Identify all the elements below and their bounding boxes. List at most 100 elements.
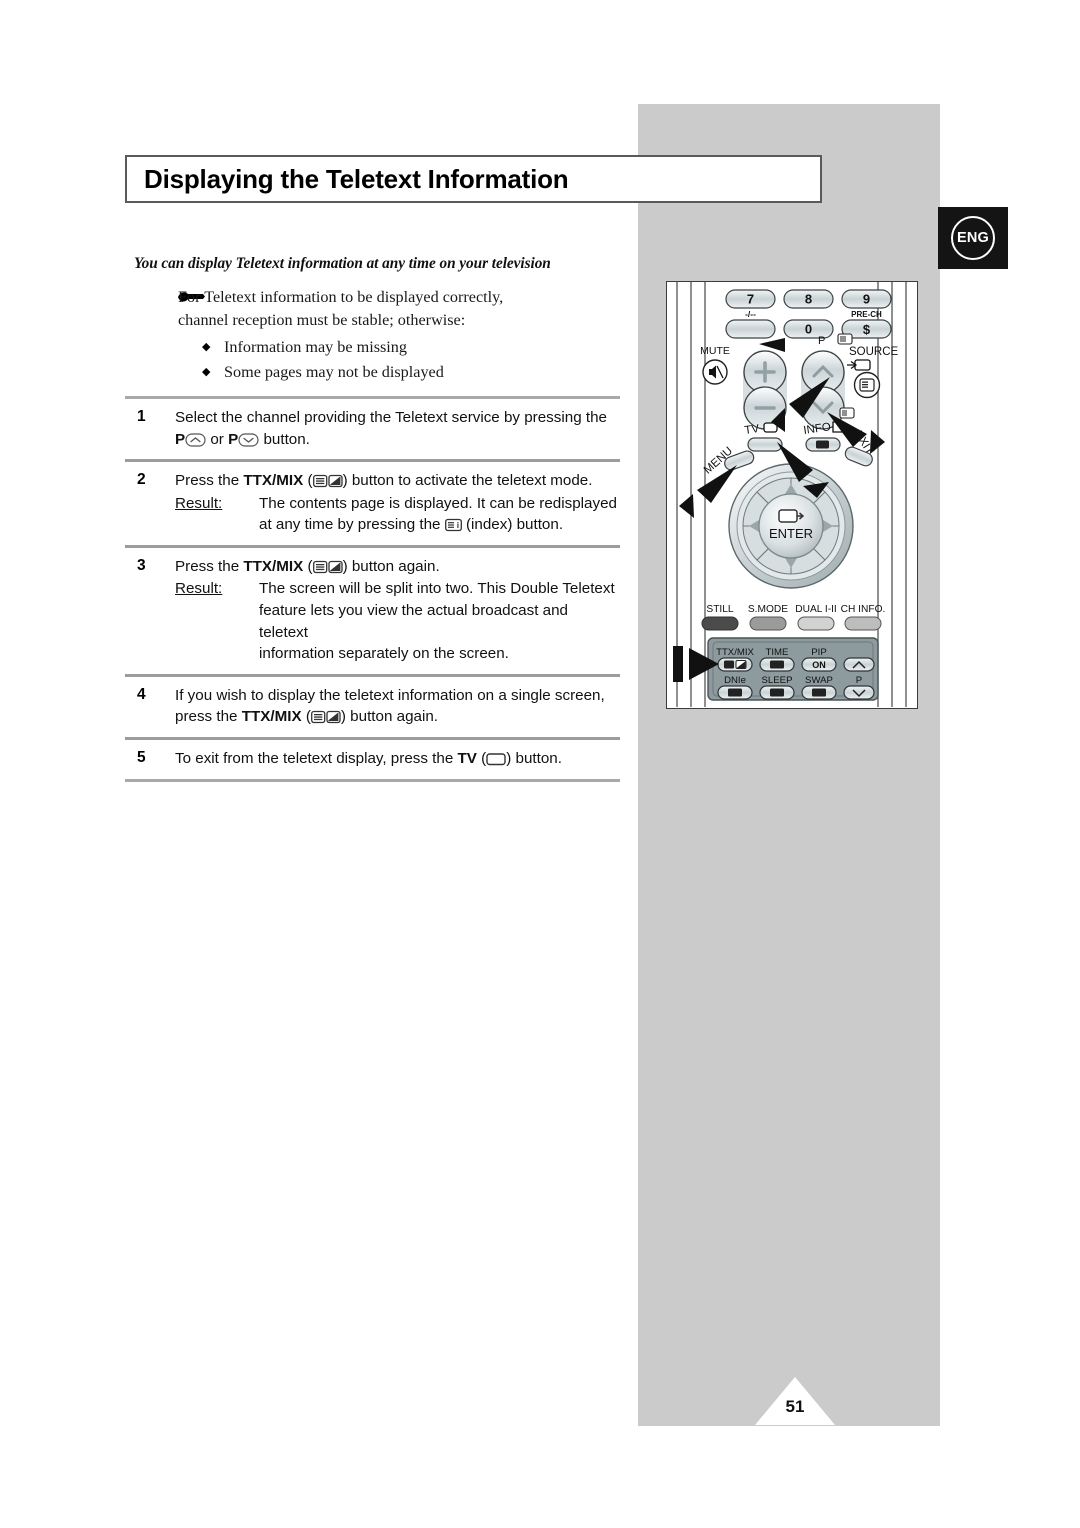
- svg-text:PRE-CH: PRE-CH: [851, 310, 882, 319]
- step-row: 3 Press the TTX/MIX () button again. Res…: [125, 548, 620, 674]
- diamond-bullet-icon: ◆: [202, 365, 211, 378]
- step-row: 1 Select the channel providing the Telet…: [125, 399, 620, 459]
- svg-text:SLEEP: SLEEP: [762, 675, 793, 686]
- sleep-button: [759, 685, 795, 700]
- svg-text:TTX/MIX: TTX/MIX: [716, 647, 754, 658]
- step-3-result-line-2: feature lets you view the actual broadca…: [259, 602, 569, 641]
- result-text: The screen will be split into two. This …: [259, 578, 620, 664]
- step-2-result-line-2-post: (index) button.: [461, 516, 564, 534]
- svg-text:DUAL I-II: DUAL I-II: [795, 604, 837, 615]
- step-text: Press the TTX/MIX () button to activate …: [175, 470, 620, 536]
- step-number: 5: [137, 748, 146, 766]
- step-4-line-2-pre: press the: [175, 708, 242, 726]
- note-bullet-label: Some pages may not be displayed: [224, 362, 444, 381]
- note-line-1: For Teletext information to be displayed…: [178, 288, 504, 306]
- step-4-line-2-post: button again.: [345, 708, 438, 726]
- teletext-button-pad: TTX/MIX TIME PIP ON DNIe SLEEP SWAP P: [707, 637, 879, 701]
- step-row: 2 Press the TTX/MIX () button to activat…: [125, 462, 620, 545]
- note-bullet-item: ◆ Some pages may not be displayed: [202, 360, 634, 385]
- result-text: The contents page is displayed. It can b…: [259, 493, 620, 536]
- ttx-mix-icon: [312, 474, 343, 488]
- step-4-line-1: If you wish to display the teletext info…: [175, 686, 605, 704]
- ttx-mix-icon: [310, 710, 341, 724]
- step-1-tail: button.: [259, 430, 310, 448]
- step-1-bold-p-2: P: [228, 430, 239, 448]
- note-bullet-item: ◆ Information may be missing: [202, 335, 634, 360]
- language-badge: ENG: [938, 207, 1008, 269]
- note-bullet-label: Information may be missing: [224, 337, 407, 356]
- svg-text:8: 8: [805, 292, 812, 307]
- step-number: 1: [137, 408, 146, 425]
- step-text: Select the channel providing the Teletex…: [175, 407, 620, 450]
- step-4-bold: TTX/MIX: [241, 708, 302, 726]
- svg-text:CH INFO.: CH INFO.: [841, 604, 886, 615]
- dnie-button: [717, 685, 753, 700]
- svg-text:P: P: [818, 335, 825, 347]
- channel-up-button: [843, 657, 875, 672]
- svg-text:PIP: PIP: [811, 647, 826, 658]
- step-5-post: button.: [511, 749, 562, 767]
- teletext-page-icon: [837, 333, 853, 345]
- diamond-bullet-icon: ◆: [202, 340, 211, 353]
- svg-text:7: 7: [747, 292, 754, 307]
- tv-screen-icon: [486, 752, 506, 766]
- tv-remote-control-diagram: 7 8 9 -/-- PRE-CH 0 $ MUTE P SOURCE TV I…: [666, 281, 918, 709]
- channel-down-button: [843, 685, 875, 700]
- time-button: [759, 657, 795, 672]
- teletext-reveal-icon: [839, 407, 855, 419]
- result-label: Result:: [175, 494, 223, 512]
- navigation-wheel: ENTER: [728, 463, 854, 589]
- svg-text:S.MODE: S.MODE: [748, 604, 788, 615]
- ttx-mix-icon: [312, 560, 343, 574]
- svg-text:STILL: STILL: [706, 604, 734, 615]
- step-2-post: button to activate the teletext mode.: [347, 472, 593, 490]
- step-2-bold: TTX/MIX: [243, 472, 304, 490]
- result-label: Result:: [175, 580, 223, 598]
- pointing-hand-icon: [134, 286, 205, 333]
- step-5-pre: To exit from the teletext display, press…: [175, 749, 458, 767]
- step-divider: [125, 778, 620, 782]
- step-3-result-line-3: information separately on the screen.: [259, 645, 509, 663]
- step-5-bold: TV: [457, 749, 477, 767]
- step-3-result-line-1: The screen will be split into two. This …: [259, 580, 615, 598]
- svg-text:DNIe: DNIe: [724, 675, 746, 686]
- note-line-2: channel reception must be stable; otherw…: [178, 311, 466, 330]
- page-title: Displaying the Teletext Information: [144, 163, 569, 194]
- step-number: 2: [137, 471, 146, 489]
- step-2-pre: Press the: [175, 472, 244, 490]
- svg-text:ON: ON: [812, 660, 826, 670]
- svg-text:-/--: -/--: [745, 309, 756, 319]
- note-text: For Teletext information to be displayed…: [178, 286, 503, 333]
- svg-text:TV: TV: [744, 423, 761, 437]
- step-2-result-line-1: The contents page is displayed. It can b…: [259, 494, 617, 512]
- step-text: Press the TTX/MIX () button again. Resul…: [175, 556, 620, 665]
- svg-text:0: 0: [805, 322, 812, 337]
- pip-on-button: ON: [801, 657, 837, 672]
- step-number: 3: [137, 556, 146, 574]
- page-number: 51: [785, 1397, 805, 1416]
- svg-text:SOURCE: SOURCE: [849, 346, 899, 358]
- step-row: 4 If you wish to display the teletext in…: [125, 677, 620, 737]
- svg-text:TIME: TIME: [766, 647, 789, 658]
- intro-text: You can display Teletext information at …: [134, 255, 551, 272]
- step-1-mid: or: [206, 430, 229, 448]
- note-block: For Teletext information to be displayed…: [134, 286, 634, 385]
- index-icon: i: [444, 518, 462, 532]
- step-3-post: button again.: [347, 557, 440, 575]
- step-2-result-line-2-pre: at any time by pressing the: [259, 516, 445, 534]
- svg-text:P: P: [856, 675, 862, 686]
- page-title-box: Displaying the Teletext Information: [125, 155, 822, 203]
- language-badge-label: ENG: [951, 216, 995, 260]
- step-text: To exit from the teletext display, press…: [175, 749, 562, 767]
- step-1-bold-p-1: P: [175, 430, 186, 448]
- ttx-mix-button: [717, 657, 753, 672]
- step-3-pre: Press the: [175, 557, 244, 575]
- p-up-icon: [185, 432, 206, 447]
- instruction-steps: 1 Select the channel providing the Telet…: [125, 396, 620, 782]
- step-3-bold: TTX/MIX: [243, 557, 304, 575]
- step-row: 5 To exit from the teletext display, pre…: [125, 740, 620, 779]
- step-text: If you wish to display the teletext info…: [175, 686, 605, 726]
- step-1-line-1: Select the channel providing the Teletex…: [175, 409, 607, 426]
- svg-text:i: i: [457, 520, 459, 530]
- svg-text:MUTE: MUTE: [700, 345, 730, 357]
